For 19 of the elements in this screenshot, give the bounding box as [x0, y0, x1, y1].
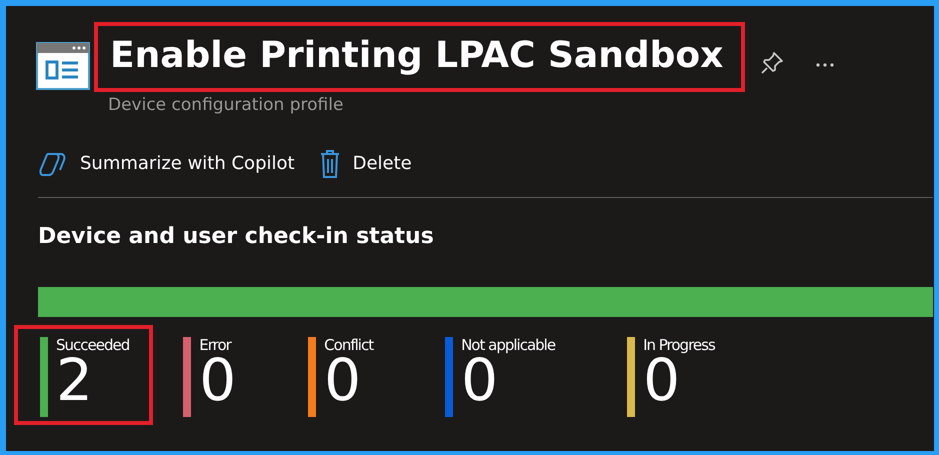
pin-icon[interactable] — [759, 50, 786, 76]
profile-icon — [36, 42, 90, 90]
status-label: Error — [199, 336, 232, 353]
status-label: In Progress — [643, 336, 715, 353]
subtitle: Device configuration profile — [108, 94, 344, 117]
status-count: 0 — [643, 353, 680, 408]
copilot-button[interactable]: Summarize with Copilot — [38, 148, 295, 178]
status-count: 0 — [199, 353, 236, 408]
delete-button[interactable]: Delete — [318, 148, 412, 178]
section-heading: Device and user check-in status — [38, 222, 435, 250]
status-label: Conflict — [324, 336, 374, 353]
status-count: 2 — [56, 353, 93, 408]
status-count: 0 — [324, 353, 362, 408]
status-label: Succeeded — [56, 336, 130, 353]
trash-icon — [318, 148, 341, 178]
status-label: Not applicable — [461, 336, 556, 353]
status-count: 0 — [461, 353, 498, 408]
page-title: Enable Printing LPAC Sandbox — [94, 22, 746, 92]
more-icon[interactable] — [815, 62, 836, 68]
